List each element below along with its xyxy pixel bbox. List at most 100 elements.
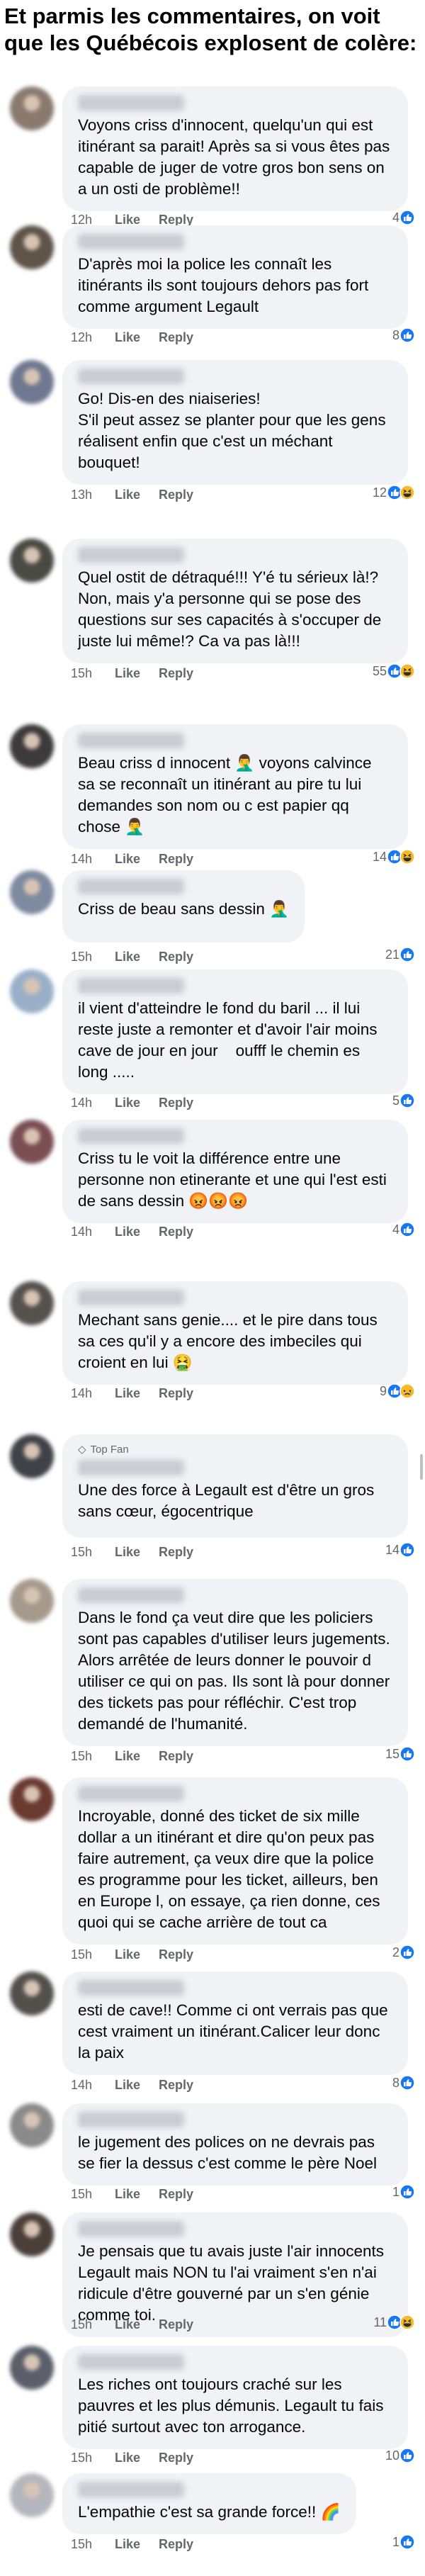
avatar[interactable] (10, 1972, 54, 2015)
author-name-redacted[interactable] (78, 879, 184, 894)
like-button[interactable]: Like (115, 2078, 159, 2093)
reaction-summary[interactable]: 12 (373, 485, 415, 500)
avatar[interactable] (10, 724, 54, 768)
comment-timestamp[interactable]: 15h (71, 2187, 115, 2202)
reaction-summary[interactable]: 11 (373, 2315, 415, 2330)
like-button[interactable]: Like (115, 1386, 159, 1401)
reply-button[interactable]: Reply (159, 1749, 193, 1764)
reaction-summary[interactable]: 55 (373, 663, 415, 679)
reply-button[interactable]: Reply (159, 2317, 193, 2332)
reply-button[interactable]: Reply (159, 2537, 193, 2552)
author-name-redacted[interactable] (78, 978, 184, 994)
comment-timestamp[interactable]: 15h (71, 2317, 115, 2332)
comment-timestamp[interactable]: 15h (71, 1545, 115, 1560)
comment-timestamp[interactable]: 15h (71, 666, 115, 681)
reply-button[interactable]: Reply (159, 950, 193, 964)
author-name-redacted[interactable] (78, 1786, 184, 1801)
reply-button[interactable]: Reply (159, 2078, 193, 2093)
reaction-summary[interactable]: 14 (373, 849, 415, 865)
reaction-summary[interactable]: 14 (385, 1542, 415, 1558)
avatar[interactable] (10, 870, 54, 914)
reaction-summary[interactable]: 15 (385, 1746, 415, 1762)
reply-button[interactable]: Reply (159, 1386, 193, 1401)
scrollbar[interactable] (420, 1454, 423, 1480)
like-button[interactable]: Like (115, 1545, 159, 1560)
comment-timestamp[interactable]: 13h (71, 488, 115, 502)
author-name-redacted[interactable] (78, 2112, 184, 2127)
like-button[interactable]: Like (115, 852, 159, 867)
avatar[interactable] (10, 2473, 54, 2517)
comment-timestamp[interactable]: 12h (71, 330, 115, 345)
author-name-redacted[interactable] (78, 2221, 184, 2237)
reaction-summary[interactable]: 5 (392, 1093, 415, 1108)
like-button[interactable]: Like (115, 1096, 159, 1110)
like-button[interactable]: Like (115, 2317, 159, 2332)
like-button[interactable]: Like (115, 1749, 159, 1764)
author-name-redacted[interactable] (78, 2482, 184, 2497)
comment-timestamp[interactable]: 14h (71, 852, 115, 867)
reply-button[interactable]: Reply (159, 852, 193, 867)
reply-button[interactable]: Reply (159, 1545, 193, 1560)
avatar[interactable] (10, 360, 54, 404)
comment-timestamp[interactable]: 15h (71, 2451, 115, 2465)
like-button[interactable]: Like (115, 1947, 159, 1962)
avatar[interactable] (10, 1434, 54, 1478)
comment-timestamp[interactable]: 14h (71, 1225, 115, 1239)
reaction-summary[interactable]: 4 (392, 1222, 415, 1237)
avatar[interactable] (10, 225, 54, 269)
author-name-redacted[interactable] (78, 733, 184, 748)
reply-button[interactable]: Reply (159, 488, 193, 502)
reply-button[interactable]: Reply (159, 666, 193, 681)
comment-timestamp[interactable]: 15h (71, 1749, 115, 1764)
reaction-summary[interactable]: 21 (385, 947, 415, 962)
like-button[interactable]: Like (115, 1225, 159, 1239)
like-button[interactable]: Like (115, 950, 159, 964)
avatar[interactable] (10, 2103, 54, 2147)
reply-button[interactable]: Reply (159, 1947, 193, 1962)
reaction-summary[interactable]: 10 (385, 2448, 415, 2463)
like-button[interactable]: Like (115, 666, 159, 681)
avatar[interactable] (10, 1579, 54, 1623)
reply-button[interactable]: Reply (159, 1225, 193, 1239)
avatar[interactable] (10, 1120, 54, 1164)
reaction-summary[interactable]: 1 (392, 2184, 415, 2200)
like-button[interactable]: Like (115, 2451, 159, 2465)
avatar[interactable] (10, 1281, 54, 1325)
avatar[interactable] (10, 86, 54, 130)
reply-button[interactable]: Reply (159, 330, 193, 345)
reaction-summary[interactable]: 1 (392, 2534, 415, 2550)
reply-button[interactable]: Reply (159, 1096, 193, 1110)
author-name-redacted[interactable] (78, 1290, 184, 1305)
author-name-redacted[interactable] (78, 1980, 184, 1996)
reaction-summary[interactable]: 4 (392, 210, 415, 225)
like-button[interactable]: Like (115, 2187, 159, 2202)
like-button[interactable]: Like (115, 330, 159, 345)
comment-timestamp[interactable]: 14h (71, 1386, 115, 1401)
author-name-redacted[interactable] (78, 547, 184, 563)
reply-button[interactable]: Reply (159, 2187, 193, 2202)
reaction-summary[interactable]: 2 (392, 1945, 415, 1960)
author-name-redacted[interactable] (78, 95, 184, 111)
comment-timestamp[interactable]: 14h (71, 2078, 115, 2093)
avatar[interactable] (10, 2212, 54, 2256)
like-button[interactable]: Like (115, 488, 159, 502)
author-name-redacted[interactable] (78, 1128, 184, 1144)
comment-timestamp[interactable]: 14h (71, 1096, 115, 1110)
avatar[interactable] (10, 1777, 54, 1821)
avatar[interactable] (10, 969, 54, 1013)
author-name-redacted[interactable] (78, 2354, 184, 2370)
author-name-redacted[interactable] (78, 1460, 184, 1475)
avatar[interactable] (10, 539, 54, 583)
reaction-summary[interactable]: 9 (380, 1383, 415, 1399)
comment-timestamp[interactable]: 15h (71, 1947, 115, 1962)
author-name-redacted[interactable] (78, 369, 184, 384)
author-name-redacted[interactable] (78, 234, 184, 249)
comment-timestamp[interactable]: 15h (71, 2537, 115, 2552)
like-button[interactable]: Like (115, 2537, 159, 2552)
avatar[interactable] (10, 2346, 54, 2390)
reaction-summary[interactable]: 8 (392, 2075, 415, 2091)
reaction-summary[interactable]: 8 (392, 327, 415, 343)
reply-button[interactable]: Reply (159, 2451, 193, 2465)
author-name-redacted[interactable] (78, 1587, 184, 1603)
comment-timestamp[interactable]: 15h (71, 950, 115, 964)
